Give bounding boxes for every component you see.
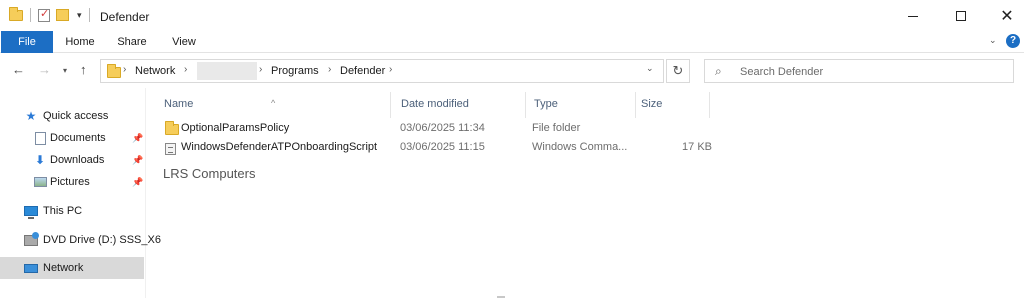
sidebar-item-label: Pictures <box>50 176 90 188</box>
chevron-right-icon[interactable]: › <box>259 64 262 75</box>
file-size: 17 KB <box>682 141 712 153</box>
file-row[interactable]: WindowsDefenderATPOnboardingScript 03/06… <box>159 138 1019 158</box>
column-headers: ^ Name Date modified Type Size <box>147 92 1017 118</box>
pictures-icon <box>33 176 47 189</box>
column-header-size[interactable]: Size <box>641 98 662 110</box>
watermark-text: LRS Computers <box>159 165 260 182</box>
maximize-button[interactable] <box>938 0 984 32</box>
maximize-icon <box>956 11 966 21</box>
tab-share[interactable]: Share <box>113 31 151 53</box>
tab-file[interactable]: File <box>1 31 53 53</box>
file-row[interactable]: OptionalParamsPolicy 03/06/2025 11:34 Fi… <box>159 119 1019 139</box>
folder-icon <box>165 121 179 135</box>
chevron-right-icon[interactable]: › <box>389 64 392 75</box>
folder-icon <box>107 64 121 78</box>
chevron-right-icon[interactable]: › <box>184 64 187 75</box>
sort-ascending-icon: ^ <box>271 98 276 108</box>
redacted-breadcrumb[interactable] <box>197 62 257 80</box>
column-divider[interactable] <box>635 92 636 118</box>
file-list: ^ Name Date modified Type Size OptionalP… <box>147 88 1024 298</box>
expand-ribbon-chevron-icon[interactable]: ⌄ <box>989 35 997 46</box>
sidebar-item-quick-access[interactable]: ★ Quick access <box>0 105 144 127</box>
address-history-dropdown[interactable]: ⌄ <box>646 63 654 74</box>
back-arrow-icon[interactable]: ← <box>12 62 25 77</box>
search-icon: ⌕ <box>715 64 722 78</box>
file-type: Windows Comma... <box>532 141 628 153</box>
column-header-date[interactable]: Date modified <box>401 98 469 110</box>
title-bar: ▾ Defender ✕ <box>0 0 1024 32</box>
sidebar-item-dvd-drive[interactable]: DVD Drive (D:) SSS_X6 <box>0 229 161 251</box>
tab-view[interactable]: View <box>166 31 202 53</box>
help-icon[interactable]: ? <box>1006 34 1020 48</box>
refresh-icon[interactable]: ↻ <box>666 59 690 83</box>
file-name: OptionalParamsPolicy <box>181 122 290 134</box>
sidebar-item-label: Network <box>43 262 84 274</box>
divider <box>88 8 90 22</box>
column-header-type[interactable]: Type <box>534 98 558 110</box>
new-folder-icon[interactable] <box>56 9 69 21</box>
breadcrumb-programs[interactable]: Programs <box>271 65 319 77</box>
download-icon: ⬇ <box>34 153 46 167</box>
sidebar-item-label: Downloads <box>50 154 105 166</box>
chevron-right-icon[interactable]: › <box>123 64 126 75</box>
pin-icon[interactable]: 📌 <box>132 133 143 144</box>
navigation-bar: ← → ▾ ↑ › Network › › Programs › Defende… <box>0 54 1024 88</box>
file-date: 03/06/2025 11:34 <box>400 122 485 134</box>
file-date: 03/06/2025 11:15 <box>400 141 485 153</box>
minimize-button[interactable] <box>890 0 936 32</box>
window-title: Defender <box>100 10 150 24</box>
sidebar-item-label: Quick access <box>43 110 109 122</box>
sidebar-item-label: DVD Drive (D:) SSS_X6 <box>43 234 161 246</box>
file-type: File folder <box>532 122 581 134</box>
file-name: WindowsDefenderATPOnboardingScript <box>181 141 378 153</box>
forward-arrow-icon[interactable]: → <box>38 62 51 77</box>
search-input[interactable]: ⌕ Search Defender <box>704 59 1014 83</box>
divider <box>30 8 31 22</box>
sidebar-item-label: This PC <box>43 205 83 217</box>
sidebar-item-network[interactable]: Network <box>0 257 144 279</box>
documents-icon <box>33 131 47 145</box>
close-icon: ✕ <box>1000 8 1014 25</box>
ribbon-tabs: File Home Share View ⌄ ? <box>0 31 1024 53</box>
properties-icon[interactable] <box>38 7 50 22</box>
sidebar-item-documents[interactable]: Documents 📌 <box>0 127 144 149</box>
sidebar-item-label: Documents <box>50 132 106 144</box>
sidebar-item-this-pc[interactable]: This PC <box>0 200 144 222</box>
customize-toolbar-dropdown[interactable]: ▾ <box>77 10 82 21</box>
search-placeholder: Search Defender <box>740 66 824 78</box>
breadcrumb-defender[interactable]: Defender <box>340 65 385 77</box>
up-arrow-icon[interactable]: ↑ <box>80 62 87 77</box>
dvd-drive-icon <box>24 231 39 247</box>
column-divider[interactable] <box>390 92 391 118</box>
breadcrumb-network[interactable]: Network <box>135 65 175 77</box>
computer-icon <box>24 205 38 219</box>
column-divider[interactable] <box>525 92 526 118</box>
folder-icon[interactable] <box>9 6 23 21</box>
column-divider[interactable] <box>709 92 710 118</box>
minimize-icon <box>908 15 918 17</box>
recent-locations-chevron-icon[interactable]: ▾ <box>63 66 67 75</box>
sidebar-item-pictures[interactable]: Pictures 📌 <box>0 171 144 193</box>
star-icon: ★ <box>25 109 37 123</box>
network-icon <box>24 262 38 275</box>
pin-icon[interactable]: 📌 <box>132 177 143 188</box>
quick-access-toolbar: ▾ <box>9 6 91 22</box>
pin-icon[interactable]: 📌 <box>132 155 143 166</box>
tab-home[interactable]: Home <box>60 31 100 53</box>
navigation-pane: ★ Quick access Documents 📌 ⬇ Downloads 📌… <box>0 88 161 298</box>
close-button[interactable]: ✕ <box>984 0 1024 32</box>
script-icon <box>165 143 176 155</box>
chevron-right-icon[interactable]: › <box>328 64 331 75</box>
sidebar-item-downloads[interactable]: ⬇ Downloads 📌 <box>0 149 144 171</box>
address-bar[interactable]: › Network › › Programs › Defender › <box>100 59 664 83</box>
column-header-name[interactable]: Name <box>164 98 193 110</box>
